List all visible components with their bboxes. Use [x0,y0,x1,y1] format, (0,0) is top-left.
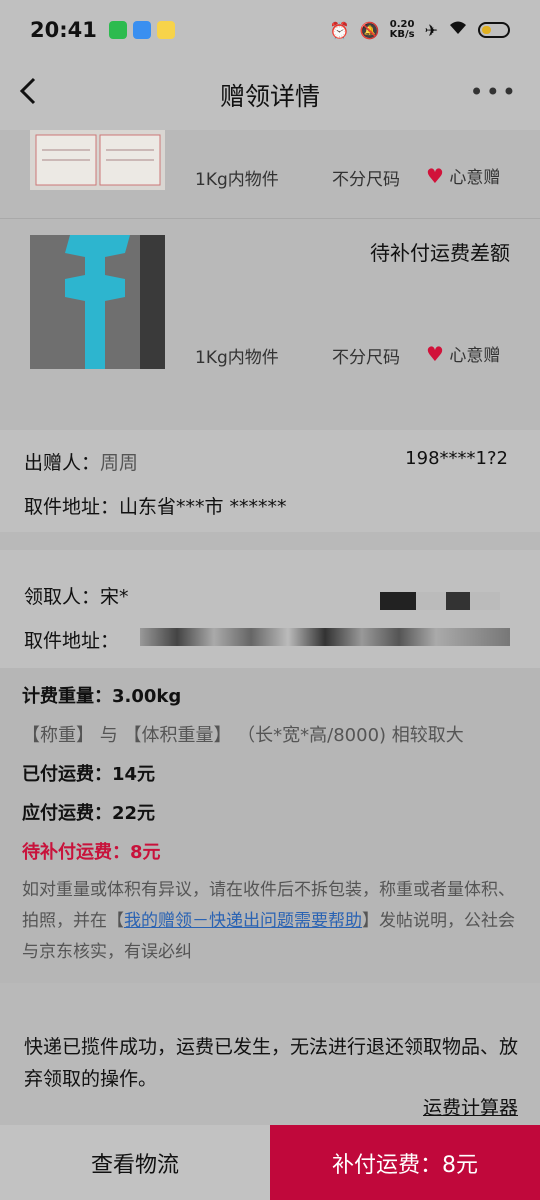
airplane-icon: ✈ [424,20,438,40]
final-note: 快递已揽件成功，运费已发生，无法进行退还领取物品、放弃领取的操作。 [24,1036,519,1090]
pay-shipping-button[interactable]: 补付运费：8元 [270,1125,540,1200]
status-bar: 20:41 ⏰ 🔕 0.20 KB/s ✈ [0,0,540,60]
pending-fee: 待补付运费：8元 [22,842,161,863]
receiver-section: 领取人：宋* 取件地址： [0,550,540,668]
notification-icons [108,21,175,39]
redacted-address [140,628,510,646]
receiver-address-row: 取件地址： [24,630,120,652]
battery-icon [478,22,510,38]
weight-rule: 【称重】 与 【体积重量】 （长*宽*高/8000) 相较取大 [22,725,464,746]
giver-section: 出赠人：周周 198****1?2 取件地址：山东省***市 ****** [0,430,540,532]
wechat-icon [108,21,127,39]
item-weight: 1Kg内物件 [195,348,279,368]
billing-weight: 计费重量：3.00kg [22,686,182,707]
item-tag: ♥ 心意赠 [426,164,501,188]
item-size: 不分尺码 [332,348,400,368]
nav-bar: 赠领详情 ••• [0,60,540,130]
fee-section: 计费重量：3.00kg 【称重】 与 【体积重量】 （长*宽*高/8000) 相… [0,668,540,983]
system-icons: ⏰ 🔕 0.20 KB/s ✈ [330,20,510,40]
item-tag: ♥ 心意赠 [426,342,501,366]
page-title: 赠领详情 [219,82,320,111]
back-chevron-icon[interactable] [18,76,38,112]
alarm-icon: ⏰ [329,20,350,40]
network-speed: 0.20 KB/s [389,19,415,40]
dispute-notice: 如对重量或体积有异议，请在收件后不拆包装，称重或者量体积、拍照，并在【我的赠领－… [22,880,515,962]
messenger-icon [132,21,151,39]
receiver-name-row: 领取人：宋* [24,586,129,608]
paid-fee: 已付运费：14元 [22,764,156,785]
heart-icon: ♥ [426,342,444,366]
item-size: 不分尺码 [332,170,400,190]
redacted-phone [380,592,500,610]
final-note-section: 快递已揽件成功，运费已发生，无法进行退还领取物品、放弃领取的操作。 运费计算器 [0,983,540,1125]
wifi-icon [448,20,468,40]
item-weight: 1Kg内物件 [195,170,279,190]
bottom-action-bar: 查看物流 补付运费：8元 [0,1125,540,1200]
app-100-icon [156,21,175,39]
giver-name-row: 出赠人：周周 [24,452,139,474]
fee-calculator-link[interactable]: 运费计算器 [423,1093,518,1120]
status-time: 20:41 [30,18,97,42]
more-dots-icon[interactable]: ••• [470,78,518,106]
help-link[interactable]: 我的赠领－快递出问题需要帮助 [124,911,362,931]
mute-icon: 🔕 [359,20,380,40]
item-thumbnail [30,130,165,190]
due-fee: 应付运费：22元 [22,803,156,824]
giver-address-row: 取件地址：山东省***市 ****** [24,496,287,518]
item-card-1[interactable]: 1Kg内物件 不分尺码 ♥ 心意赠 [0,130,540,218]
item-status: 待补付运费差额 [370,241,510,265]
item-thumbnail [30,235,165,369]
heart-icon: ♥ [426,164,444,188]
giver-phone: 198****1?2 [405,448,508,469]
view-logistics-button[interactable]: 查看物流 [0,1125,270,1200]
